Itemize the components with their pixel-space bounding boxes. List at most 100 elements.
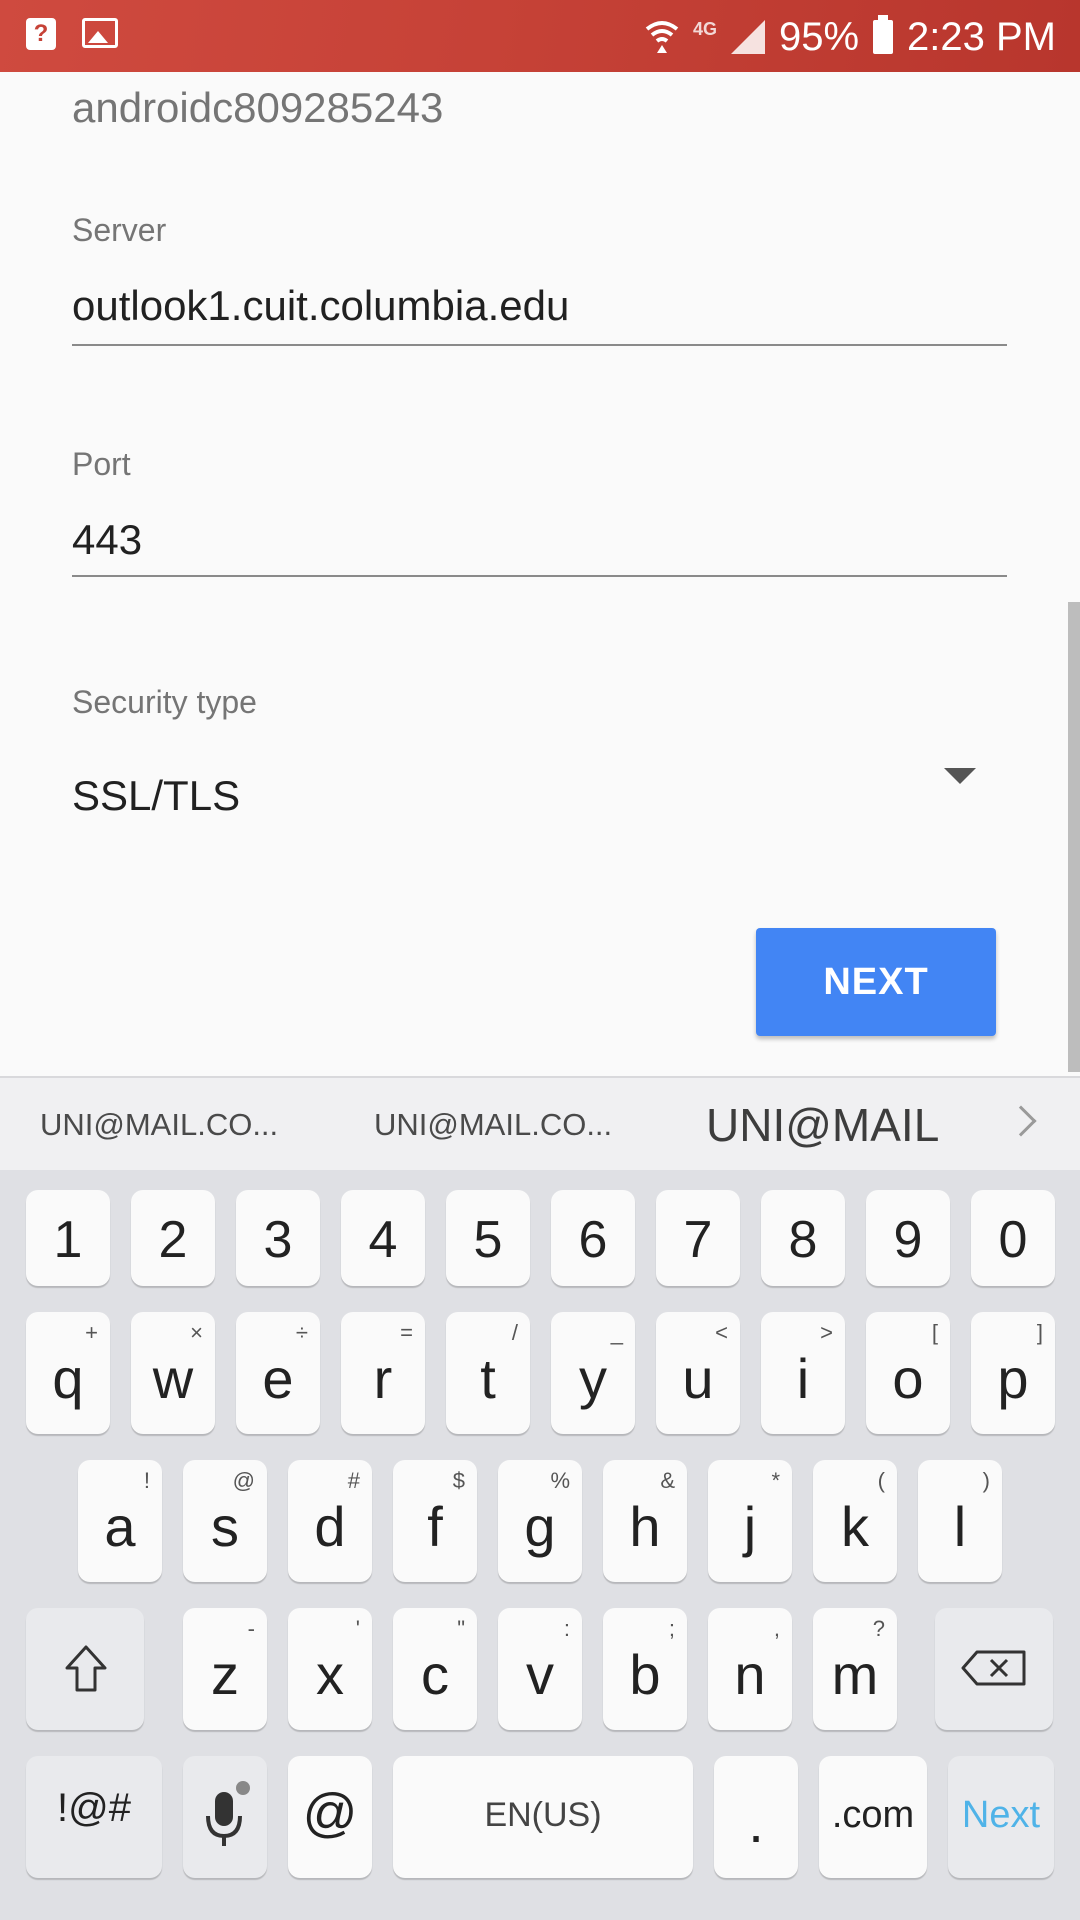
key-9[interactable]: 9 <box>866 1190 950 1286</box>
battery-icon <box>873 15 894 54</box>
key-hint: + <box>85 1320 98 1345</box>
key-b[interactable]: ; b <box>603 1608 687 1730</box>
key-hint: < <box>715 1320 728 1345</box>
key-label: a <box>104 1495 136 1558</box>
security-type-select[interactable]: SSL/TLS <box>72 772 240 820</box>
key-label: q <box>52 1347 84 1410</box>
key-4[interactable]: 4 <box>341 1190 425 1286</box>
key-label: b <box>629 1643 661 1706</box>
key-0[interactable]: 0 <box>971 1190 1055 1286</box>
key-hint: * <box>771 1468 780 1493</box>
key-u[interactable]: < u <box>656 1312 740 1434</box>
key-label: w <box>152 1347 194 1410</box>
key-8[interactable]: 8 <box>761 1190 845 1286</box>
key-label: x <box>316 1643 344 1706</box>
key-hint: - <box>247 1616 255 1641</box>
symbols-key-label: !@# <box>57 1786 131 1830</box>
period-key[interactable]: . <box>714 1756 798 1878</box>
key-hint: ] <box>1036 1320 1043 1345</box>
key-label: h <box>629 1495 661 1558</box>
key-hint: ; <box>668 1616 675 1641</box>
key-o[interactable]: [o <box>866 1312 950 1434</box>
key-label: o <box>892 1347 924 1410</box>
space-key[interactable]: EN(US) <box>393 1756 693 1878</box>
key-g[interactable]: % g <box>498 1460 582 1582</box>
key-hint: , <box>773 1616 780 1641</box>
key-c[interactable]: " c <box>393 1608 477 1730</box>
key-6[interactable]: 6 <box>551 1190 635 1286</box>
chevron-right-icon[interactable] <box>1005 1105 1037 1137</box>
image-notification-icon <box>82 18 118 48</box>
key-q[interactable]: + q <box>26 1312 110 1434</box>
key-label: l <box>953 1495 967 1558</box>
battery-percent: 95% <box>778 14 860 59</box>
space-key-label: EN(US) <box>484 1796 602 1834</box>
clock: 2:23 PM <box>907 14 1056 59</box>
dotcom-key-label: .com <box>831 1794 915 1836</box>
shift-key[interactable] <box>26 1608 144 1730</box>
key-w[interactable]: × w <box>131 1312 215 1434</box>
key-2[interactable]: 2 <box>131 1190 215 1286</box>
key-x[interactable]: ' x <box>288 1608 372 1730</box>
suggestion-item[interactable]: UNI@MAIL.CO... <box>374 1078 612 1172</box>
key-s[interactable]: @ s <box>183 1460 267 1582</box>
signal-icon <box>730 20 765 54</box>
key-k[interactable]: (k <box>813 1460 897 1582</box>
symbols-key[interactable]: !@# <box>26 1756 162 1878</box>
status-bar: ? 4G 95% 2:23 PM <box>0 0 1080 72</box>
key-1[interactable]: 1 <box>26 1190 110 1286</box>
key-e[interactable]: ÷ e <box>236 1312 320 1434</box>
at-key[interactable]: @ <box>288 1756 372 1878</box>
key-i[interactable]: > i <box>761 1312 845 1434</box>
key-3[interactable]: 3 <box>236 1190 320 1286</box>
key-n[interactable]: ,n <box>708 1608 792 1730</box>
key-y[interactable]: _ y <box>551 1312 635 1434</box>
key-label: v <box>526 1643 554 1706</box>
key-r[interactable]: = r <box>341 1312 425 1434</box>
next-action-key[interactable]: Next <box>948 1756 1054 1878</box>
help-notification-icon: ? <box>26 18 56 50</box>
key-hint: ! <box>143 1468 150 1493</box>
key-label: y <box>579 1347 607 1410</box>
key-d[interactable]: # d <box>288 1460 372 1582</box>
key-l[interactable]: ) l <box>918 1460 1002 1582</box>
key-hint: [ <box>931 1320 938 1345</box>
key-label: j <box>743 1495 757 1558</box>
voice-input-key[interactable] <box>183 1756 267 1878</box>
key-label: t <box>480 1347 496 1410</box>
key-label: 5 <box>473 1211 503 1269</box>
key-p[interactable]: ] p <box>971 1312 1055 1434</box>
key-t[interactable]: / t <box>446 1312 530 1434</box>
key-m[interactable]: ? m <box>813 1608 897 1730</box>
suggestion-item[interactable]: UNI@MAIL <box>706 1078 939 1172</box>
key-hint: ? <box>872 1616 885 1641</box>
key-label: 2 <box>158 1211 188 1269</box>
wifi-icon <box>645 21 679 53</box>
key-z[interactable]: -z <box>183 1608 267 1730</box>
key-label: k <box>841 1495 869 1558</box>
key-j[interactable]: * j <box>708 1460 792 1582</box>
key-7[interactable]: 7 <box>656 1190 740 1286</box>
key-5[interactable]: 5 <box>446 1190 530 1286</box>
key-label: 7 <box>683 1211 713 1269</box>
next-action-key-label: Next <box>961 1794 1041 1836</box>
chevron-down-icon[interactable] <box>944 768 976 784</box>
key-a[interactable]: ! a <box>78 1460 162 1582</box>
key-h[interactable]: & h <box>603 1460 687 1582</box>
backspace-key[interactable] <box>935 1608 1053 1730</box>
key-hint: ' <box>355 1616 360 1641</box>
next-button[interactable]: NEXT <box>756 928 996 1036</box>
account-name: androidc809285243 <box>72 84 444 131</box>
scrollbar[interactable] <box>1068 602 1080 1072</box>
security-type-label: Security type <box>72 684 257 720</box>
key-hint: @ <box>232 1468 255 1493</box>
port-field[interactable]: 443 <box>72 516 142 564</box>
key-v[interactable]: :v <box>498 1608 582 1730</box>
suggestion-bar: UNI@MAIL.CO... UNI@MAIL.CO... UNI@MAIL <box>0 1076 1080 1170</box>
server-field[interactable]: outlook1.cuit.columbia.edu <box>72 282 569 330</box>
key-label: 8 <box>788 1211 818 1269</box>
key-f[interactable]: $ f <box>393 1460 477 1582</box>
dotcom-key[interactable]: .com <box>819 1756 927 1878</box>
suggestion-item[interactable]: UNI@MAIL.CO... <box>40 1078 278 1172</box>
key-hint: / <box>511 1320 518 1345</box>
